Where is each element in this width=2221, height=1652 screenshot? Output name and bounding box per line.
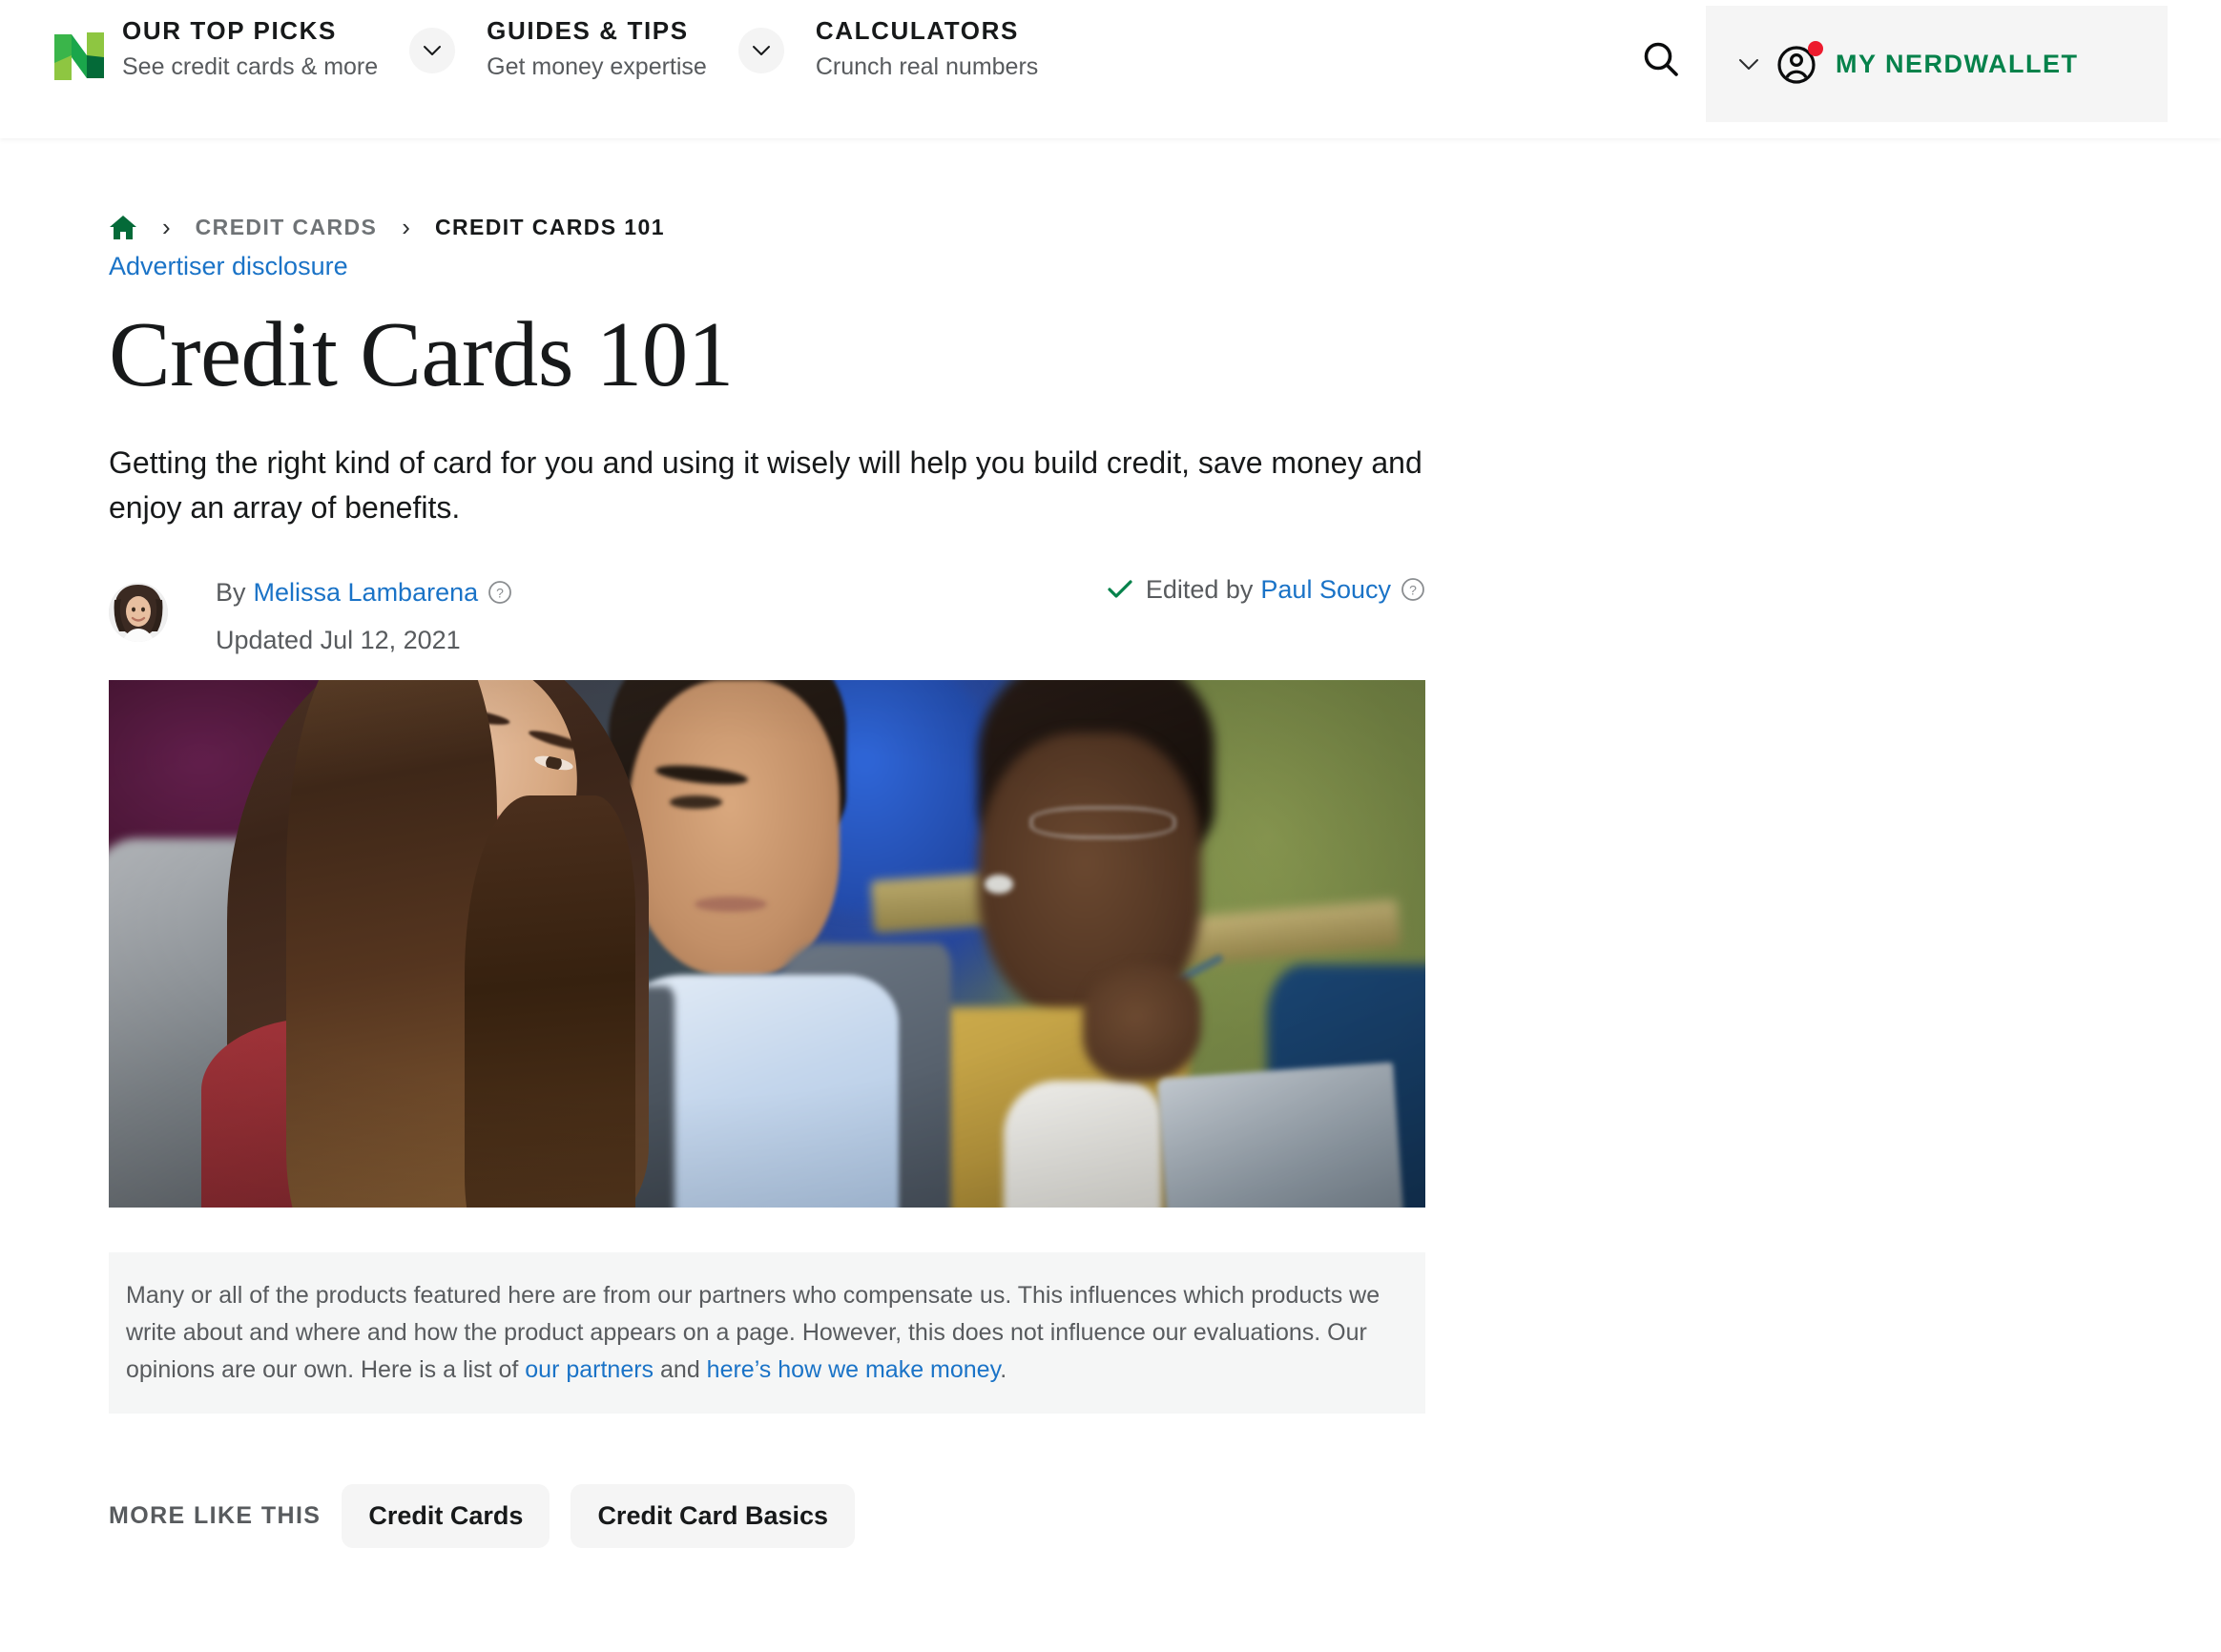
nav-title-1[interactable]: GUIDES & TIPS bbox=[487, 16, 707, 46]
nerdwallet-logo[interactable] bbox=[52, 27, 106, 86]
nav-group-our-top-picks[interactable]: OUR TOP PICKS See credit cards & more bbox=[122, 16, 379, 84]
author-link[interactable]: Melissa Lambarena bbox=[254, 575, 479, 609]
partner-disclosure-text: Many or all of the products featured her… bbox=[126, 1277, 1406, 1389]
editor-help-icon[interactable]: ? bbox=[1401, 577, 1425, 602]
edited-by-row: Edited by Paul Soucy ? bbox=[1108, 575, 1425, 605]
verified-check-icon bbox=[1108, 579, 1132, 600]
disclosure-part-3: . bbox=[1000, 1355, 1007, 1383]
hero-vignette bbox=[109, 679, 1425, 1208]
tag-credit-card-basics[interactable]: Credit Card Basics bbox=[571, 1484, 856, 1549]
nerdwallet-logo-icon bbox=[54, 32, 104, 80]
breadcrumb-item-credit-cards-101: CREDIT CARDS 101 bbox=[434, 214, 665, 239]
author-avatar bbox=[109, 582, 168, 642]
account-chevron-down-icon[interactable] bbox=[1738, 58, 1759, 71]
more-like-this-label: MORE LIKE THIS bbox=[109, 1502, 322, 1530]
search-button[interactable] bbox=[1632, 31, 1690, 89]
tag-credit-cards[interactable]: Credit Cards bbox=[342, 1484, 550, 1549]
account-avatar-icon bbox=[1776, 41, 1823, 86]
editor-link[interactable]: Paul Soucy bbox=[1260, 575, 1391, 605]
notification-badge bbox=[1808, 41, 1823, 56]
byline-by-prefix: By bbox=[216, 577, 246, 607]
nav-chevron-down-icon-0[interactable] bbox=[409, 27, 456, 73]
page-subtitle: Getting the right kind of card for you a… bbox=[109, 445, 1422, 526]
nav-group-calculators[interactable]: CALCULATORS Crunch real numbers bbox=[815, 16, 1039, 84]
edited-by-prefix: Edited by bbox=[1145, 574, 1254, 604]
byline-author-line: By Melissa Lambarena ? bbox=[216, 575, 512, 609]
disclosure-part-2: and bbox=[654, 1355, 707, 1383]
page-content: › CREDIT CARDS › CREDIT CARDS 101 Advert… bbox=[0, 203, 2221, 1553]
nav-subtitle-0: See credit cards & more bbox=[122, 52, 379, 80]
nav-title-2[interactable]: CALCULATORS bbox=[816, 16, 1038, 46]
page-title: Credit Cards 101 bbox=[109, 303, 734, 406]
site-header: OUR TOP PICKS See credit cards & more GU… bbox=[0, 0, 2221, 138]
nav-chevron-down-icon-1[interactable] bbox=[737, 27, 784, 73]
byline-text: By Melissa Lambarena ? Updated Jul 12, 2… bbox=[216, 575, 512, 658]
partner-disclosure-box: Many or all of the products featured her… bbox=[109, 1251, 1425, 1414]
nav-group-guides-tips[interactable]: GUIDES & TIPS Get money expertise bbox=[487, 16, 707, 84]
home-icon bbox=[110, 216, 136, 239]
author-help-icon[interactable]: ? bbox=[488, 580, 512, 605]
nav-subtitle-2: Crunch real numbers bbox=[815, 52, 1039, 80]
byline-updated-date: Updated Jul 12, 2021 bbox=[216, 626, 461, 655]
nav-subtitle-1: Get money expertise bbox=[487, 52, 707, 80]
nav-title-0[interactable]: OUR TOP PICKS bbox=[122, 16, 378, 46]
my-nerdwallet-label: MY NERDWALLET bbox=[1836, 49, 2079, 78]
breadcrumb-home-link[interactable] bbox=[109, 214, 137, 240]
our-partners-link[interactable]: our partners bbox=[525, 1356, 654, 1383]
svg-text:?: ? bbox=[496, 586, 504, 601]
breadcrumb-item-credit-cards[interactable]: CREDIT CARDS bbox=[196, 215, 378, 240]
byline-row: By Melissa Lambarena ? Updated Jul 12, 2… bbox=[109, 575, 1425, 671]
breadcrumb-separator-2: › bbox=[402, 213, 410, 241]
how-we-make-money-link[interactable]: here’s how we make money bbox=[707, 1356, 1001, 1383]
primary-nav: OUR TOP PICKS See credit cards & more GU… bbox=[122, 0, 1038, 100]
more-like-this-section: MORE LIKE THIS Credit Cards Credit Card … bbox=[109, 1480, 2221, 1553]
svg-text:?: ? bbox=[1409, 583, 1417, 598]
hero-image bbox=[109, 679, 1425, 1208]
search-icon bbox=[1644, 42, 1678, 76]
breadcrumb: › CREDIT CARDS › CREDIT CARDS 101 bbox=[109, 203, 2221, 251]
my-nerdwallet-button[interactable]: MY NERDWALLET bbox=[1706, 6, 2168, 122]
breadcrumb-separator-1: › bbox=[162, 213, 171, 241]
advertiser-disclosure-link[interactable]: Advertiser disclosure bbox=[109, 252, 348, 280]
